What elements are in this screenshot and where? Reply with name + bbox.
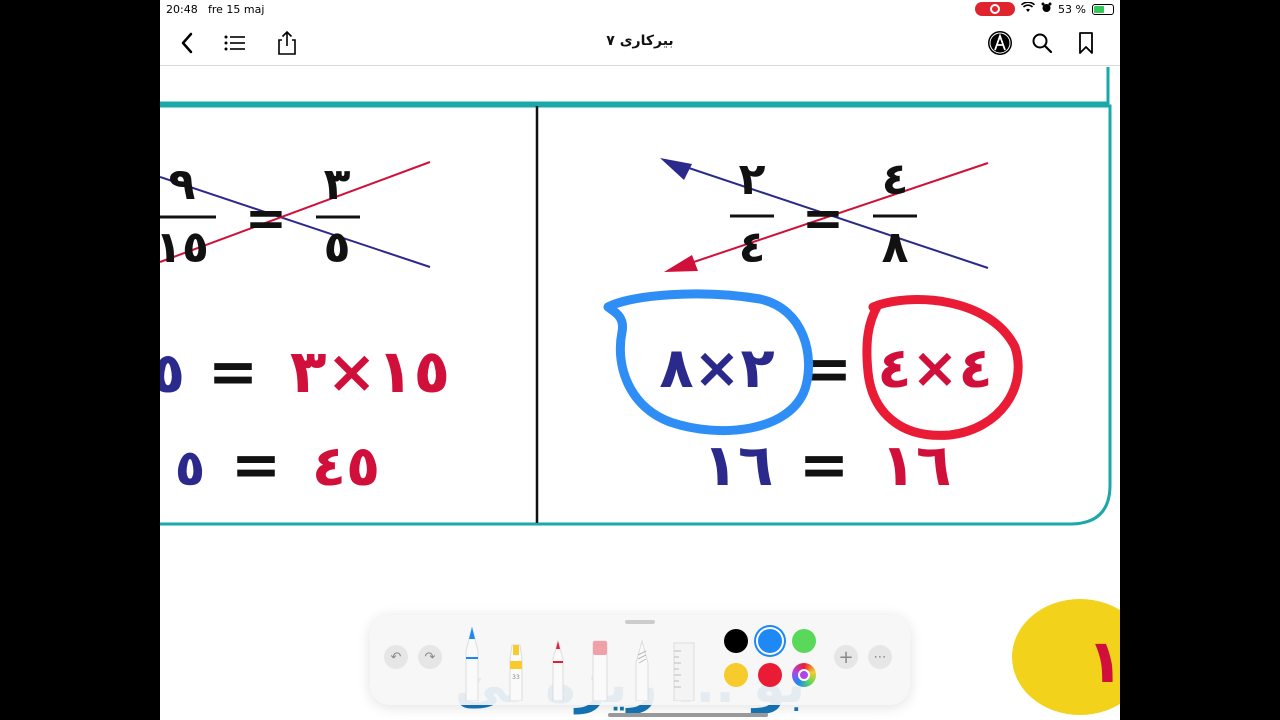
search-icon[interactable] [1027, 28, 1057, 58]
pen-tool[interactable] [462, 626, 482, 705]
eraser-tool[interactable] [590, 627, 610, 705]
battery-fill [1094, 5, 1104, 13]
result-left: ٥ [175, 439, 206, 497]
markup-pen-icon[interactable] [985, 28, 1015, 58]
product-right: ١٥×٣ [290, 337, 450, 407]
result-right: ١٦ [881, 431, 952, 499]
product-right: ٤×٤ [877, 336, 992, 401]
home-indicator [608, 713, 768, 717]
marker-tool[interactable]: 33 [506, 627, 526, 705]
fraction-numerator: ٩ [169, 159, 196, 210]
arrow-head-red [664, 255, 698, 272]
arrow-head-blue [660, 158, 692, 180]
fraction-denominator: ١٥ [160, 222, 209, 273]
pencil-tool[interactable] [548, 627, 568, 705]
ipad-screen: 20:48 fre 15 maj 53 % بیرکاری ٧ ٩ ١٥ = ٣… [160, 0, 1120, 720]
result-right: ٤٥ [312, 434, 380, 499]
color-red-swatch[interactable] [758, 663, 782, 687]
equals-sign: = [245, 189, 287, 247]
screen-recording-icon[interactable] [975, 2, 1016, 16]
equals-sign: = [802, 189, 844, 247]
equals-sign: = [799, 430, 849, 500]
color-yellow-swatch[interactable] [724, 663, 748, 687]
undo-button[interactable]: ↶ [384, 645, 408, 669]
color-black-swatch[interactable] [724, 629, 748, 653]
wifi-icon [1020, 1, 1036, 16]
toolbar-grabber[interactable] [625, 620, 655, 624]
alarm-icon [1041, 2, 1052, 16]
status-date: fre 15 maj [208, 3, 265, 16]
product-left: ٥ [160, 341, 185, 406]
left-panel: ٩ ١٥ = ٣ ٥ ٥ = ١٥×٣ ٥ = ٤٥ [160, 159, 450, 500]
bookmark-icon[interactable] [1071, 28, 1101, 58]
fraction-denominator: ٥ [324, 222, 351, 273]
result-left: ١٦ [703, 431, 774, 499]
equals-sign: = [208, 337, 258, 407]
list-icon[interactable] [220, 28, 250, 58]
battery-icon [1092, 3, 1114, 15]
markup-toolbar: ↶ ↷ 33 + ⋯ [370, 615, 910, 705]
status-time: 20:48 [166, 3, 198, 16]
ruler-tool[interactable] [672, 627, 696, 705]
right-panel: ٢ ٤ = ٤ ٨ ٢×٨ = ٤×٤ ١٦ = ١٦ [603, 154, 1023, 500]
fraction-numerator: ٢ [739, 154, 766, 205]
color-picker-icon[interactable] [792, 663, 816, 687]
back-icon[interactable] [172, 28, 202, 58]
document-title: بیرکاری ٧ [606, 33, 674, 49]
battery-percent: 53 % [1058, 2, 1086, 16]
fraction-numerator: ٣ [324, 159, 351, 210]
equals-sign: = [231, 430, 281, 500]
status-indicators: 53 % [975, 1, 1114, 16]
lasso-tool[interactable] [632, 627, 652, 705]
color-picker-center [798, 669, 810, 681]
product-left: ٢×٨ [659, 336, 774, 401]
color-blue-swatch[interactable] [758, 629, 782, 653]
redo-button[interactable]: ↷ [418, 645, 442, 669]
status-bar: 20:48 fre 15 maj 53 % [160, 0, 1120, 20]
badge-digit: ١ [1087, 627, 1120, 697]
more-button[interactable]: ⋯ [868, 645, 892, 669]
color-green-swatch[interactable] [792, 629, 816, 653]
fraction-denominator: ٨ [882, 222, 909, 273]
fraction-denominator: ٤ [739, 222, 766, 273]
share-icon[interactable] [272, 28, 302, 58]
navigation-bar: بیرکاری ٧ [160, 20, 1120, 66]
add-button[interactable]: + [834, 645, 858, 669]
fraction-numerator: ٤ [882, 154, 909, 205]
marker-label: 33 [512, 674, 520, 681]
